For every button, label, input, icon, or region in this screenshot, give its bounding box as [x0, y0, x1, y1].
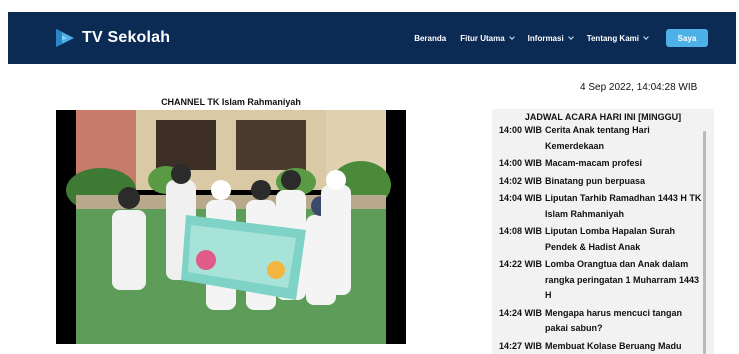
schedule-time: 14:00 WIB [499, 125, 543, 135]
schedule-program: Liputan Lomba Hapalan Surah Pendek & Had… [545, 226, 676, 252]
nav-tentang-kami[interactable]: Tentang Kami [586, 33, 649, 43]
chevron-down-icon [567, 33, 574, 40]
navbar: TV Sekolah Beranda Fitur Utama Informasi… [8, 12, 736, 64]
brand-name: TV Sekolah [82, 29, 171, 46]
nav-informasi[interactable]: Informasi [527, 33, 574, 43]
schedule-program: Mengapa harus mencuci tangan pakai sabun… [545, 307, 683, 334]
schedule-title: JADWAL ACARA HARI INI [MINGGU] [524, 112, 682, 122]
schedule-program: Membuat Kolase Beruang Madu Menggunakan … [545, 340, 682, 351]
schedule-item[interactable]: 14:08 WIB Liputan Lomba Hapalan Surah Pe… [492, 224, 714, 255]
schedule-item[interactable]: 14:24 WIB Mengapa harus mencuci tangan p… [492, 306, 714, 337]
nav-label: Fitur Utama [460, 33, 505, 43]
channel-title: CHANNEL TK Islam Rahmaniyah [161, 97, 301, 107]
nav-label: Informasi [527, 33, 564, 43]
chevron-down-icon [643, 33, 649, 40]
schedule-time: 14:00 WIB [499, 158, 543, 168]
video-thumbnail [56, 110, 406, 344]
page: TV Sekolah Beranda Fitur Utama Informasi… [0, 0, 739, 354]
schedule-program: Liputan Tarhib Ramadhan 1443 H TK Islam … [545, 193, 702, 219]
nav-label: Tentang Kami [586, 33, 639, 43]
chevron-down-icon [508, 33, 515, 40]
schedule-scrollbar[interactable] [703, 131, 706, 354]
schedule-item[interactable]: 14:00 WIB Macam-macam profesi [492, 156, 714, 172]
current-datetime: 4 Sep 2022, 14:04:28 WIB [580, 82, 698, 93]
schedule-program: Macam-macam profesi [545, 158, 643, 168]
schedule-time: 14:24 WIB [499, 307, 543, 318]
schedule-panel: JADWAL ACARA HARI INI [MINGGU] 14:00 WIB… [492, 109, 714, 354]
schedule-program: Cerita Anak tentang Hari Kemerdekaan [545, 125, 650, 151]
schedule-time: 14:02 WIB [499, 175, 543, 186]
schedule-item[interactable]: 14:02 WIB Binatang pun berpuasa [492, 174, 714, 190]
schedule-item[interactable]: 14:00 WIB Cerita Anak tentang Hari Kemer… [492, 123, 714, 154]
schedule-item[interactable]: 14:04 WIB Liputan Tarhib Ramadhan 1443 H… [492, 191, 714, 222]
video-player[interactable] [56, 110, 406, 344]
nav-fitur-utama[interactable]: Fitur Utama [460, 33, 515, 43]
main-nav: Beranda Fitur Utama Informasi Tentang Ka… [400, 12, 708, 64]
nav-label: Beranda [414, 33, 447, 43]
schedule-item[interactable]: 14:27 WIB Membuat Kolase Beruang Madu Me… [492, 339, 714, 354]
schedule-list: 14:00 WIB Cerita Anak tentang Hari Kemer… [492, 123, 714, 354]
schedule-time: 14:22 WIB [499, 259, 543, 269]
schedule-time: 14:04 WIB [499, 193, 543, 203]
nav-beranda[interactable]: Beranda [414, 34, 446, 43]
schedule-time: 14:27 WIB [499, 340, 543, 351]
schedule-item[interactable]: 14:22 WIB Lomba Orangtua dan Anak dalam … [492, 257, 714, 304]
schedule-program: Binatang pun berpuasa [545, 175, 646, 186]
schedule-program: Lomba Orangtua dan Anak dalam rangka per… [545, 259, 700, 300]
login-button[interactable]: Saya [666, 29, 708, 47]
brand-link[interactable]: TV Sekolah [54, 27, 170, 49]
tv-sekolah-play-logo-icon [54, 27, 76, 49]
schedule-time: 14:08 WIB [499, 226, 543, 236]
